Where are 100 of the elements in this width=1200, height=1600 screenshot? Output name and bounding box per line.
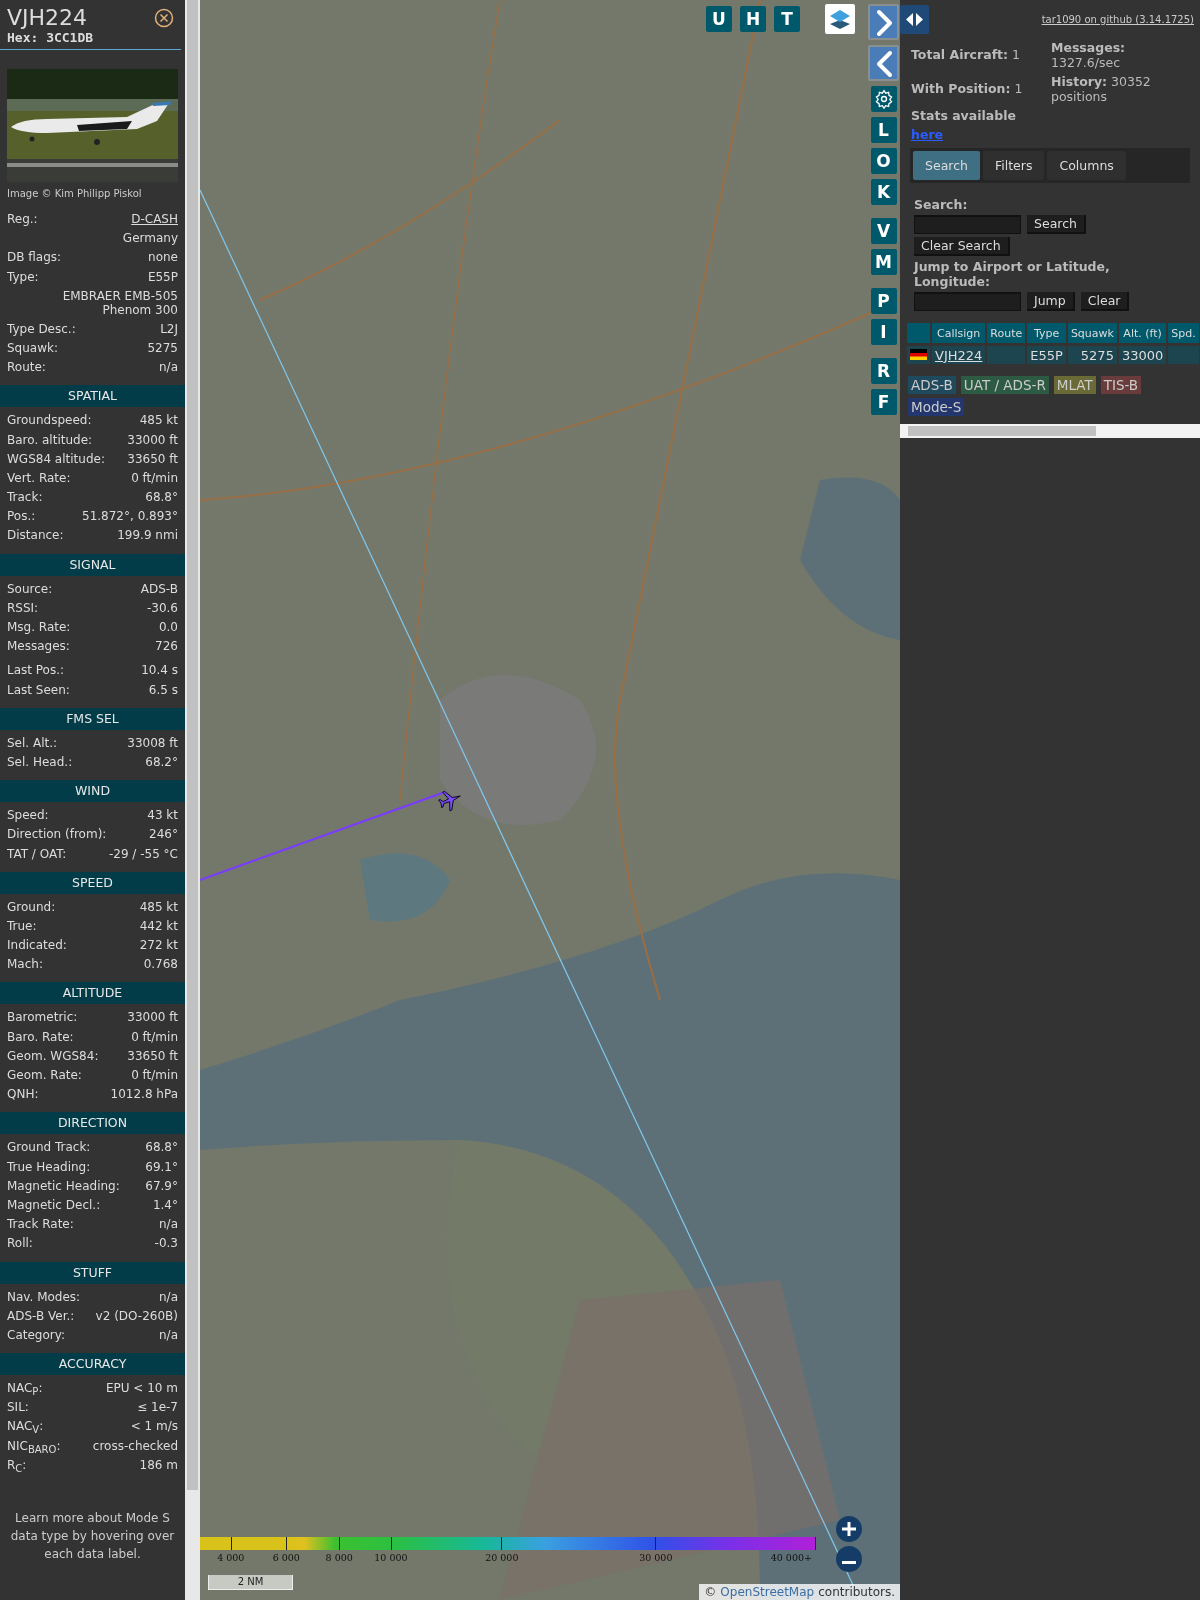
field-label: NAC$_{V}$: [7,1419,44,1436]
field-value: 0 ft/min [131,1068,178,1082]
photo-credit: Image © Kim Philipp Piskol [6,187,143,201]
jump-field[interactable] [914,292,1021,311]
section-header: SIGNAL [0,553,185,576]
map-toggle-button[interactable]: L [870,117,897,143]
clear-button[interactable]: Clear [1080,292,1130,311]
field-value: 10.4 s [141,663,178,678]
minus-icon [842,1560,856,1564]
field-value: 0 ft/min [131,1029,178,1044]
scrollbar[interactable] [185,0,200,1600]
field-label: Sel. Alt.: [7,735,58,750]
altitude-tick-label: 20 000 [485,1552,519,1563]
map-toggle-button[interactable]: H [740,6,766,32]
close-button[interactable] [154,8,174,28]
field-label: Geom. Rate: [7,1068,82,1082]
field-value: 1.4° [152,1197,178,1212]
horizontal-scrollbar[interactable] [900,424,1200,438]
settings-icon [873,89,894,109]
map-toggle-button[interactable]: U [706,6,732,32]
stat-text: Messages: 1327.6/sec [1051,40,1127,70]
github-link[interactable]: tar1090 on github (3.14.1725) [1041,14,1194,25]
help-note: Learn more about Mode S data type by hovering over each data label. [9,1510,176,1563]
map-toggle-button[interactable]: F [870,389,897,415]
altitude-tick-label: 30 000 [639,1552,673,1563]
map-toggle-button[interactable]: V [870,218,897,244]
field-label: TAT / OAT: [7,846,67,861]
map-toggle-button[interactable]: P [870,288,897,314]
previous-button[interactable] [868,45,899,81]
map-toggle-button[interactable]: R [870,358,897,384]
section-header: SPEED [0,871,185,894]
field-value: 33000 ft [127,432,178,447]
column-header[interactable]: Squawk [1067,323,1117,346]
tab[interactable]: Filters [982,151,1045,180]
airplane-icon[interactable] [438,788,462,812]
column-header[interactable]: Route [987,323,1026,346]
attribution-text: contributors. [818,1585,895,1599]
field-value: 246° [149,827,178,842]
field-label: Messages: [7,639,70,654]
section-header: ALTITUDE [0,982,185,1005]
layers-button[interactable] [825,4,855,34]
section-header: FMS SEL [0,707,185,730]
field-label: Sel. Head.: [7,754,73,769]
jump-button[interactable]: Jump [1027,292,1075,311]
table-cell: 33000 [1118,346,1167,364]
map-toggle-button[interactable]: M [870,249,897,275]
tab[interactable]: Search [913,151,980,180]
field-label: Groundspeed: [7,413,92,428]
altitude-tick-label: 10 000 [374,1552,408,1563]
field-label: Source: [7,581,53,596]
map-toggle-button[interactable]: I [870,319,897,345]
field-label: Baro. altitude: [7,432,93,447]
table-cell: 5275 [1067,346,1117,364]
source-tag: MLAT [1053,376,1096,394]
map-toggle-button[interactable]: O [870,148,897,174]
section-header: ACCURACY [0,1353,185,1376]
table-cell [987,346,1026,364]
source-tag: TIS-B [1100,376,1142,394]
field-label: Squawk: [7,340,58,355]
settings-button[interactable] [870,86,897,112]
close-icon [154,8,174,28]
field-label: Direction (from): [7,827,107,842]
panel-toggle-button[interactable] [900,5,929,34]
section-header: DIRECTION [0,1112,185,1135]
field-value: ≤ 1e-7 [137,1400,178,1415]
column-header[interactable]: Type [1027,323,1066,346]
table-cell [1168,346,1199,364]
field-label: Barometric: [7,1010,78,1025]
field-value: 485 kt [139,413,178,428]
attribution-link[interactable]: OpenStreetMap [720,1585,815,1599]
section-header: WIND [0,780,185,803]
field-label: Msg. Rate: [7,620,71,634]
tab[interactable]: Columns [1047,151,1126,180]
stat-text: Stats available [911,108,1017,123]
stat-text: History: 30352 positions [1051,74,1152,104]
column-header[interactable]: Callsign [932,323,986,346]
field-label: True: [7,918,37,933]
field-value: 0 ft/min [131,470,178,485]
field-value: 68.8° [145,490,178,505]
map-toggle-button[interactable]: K [870,179,897,205]
field-label: Pos.: [7,509,36,524]
clear-search-button[interactable]: Clear Search [914,237,1010,256]
registration-link[interactable]: D-CASH [131,212,178,226]
field-label: NAC$_{P}$: [7,1381,43,1398]
field-label: Reg.: [7,212,38,226]
field-label: Search: [914,197,969,212]
search-button[interactable]: Search [1027,215,1086,234]
field-label: Mach: [7,957,43,972]
next-button[interactable] [868,4,899,40]
field-label: Type Desc.: [7,321,76,336]
map-toggle-button[interactable]: T [774,6,800,32]
field-value: L2J [160,321,178,336]
column-header[interactable]: Alt. (ft) [1118,323,1167,346]
field-label: RSSI: [7,600,39,615]
column-header[interactable]: Spd. [1168,323,1199,346]
hex-code: Hex: 3CC1DB [7,30,94,45]
field-value: 33000 ft [127,1010,178,1025]
field-label: Jump to Airport or Latitude, Longitude: [914,259,1111,289]
field-label: Track: [7,490,43,505]
search-field[interactable] [914,215,1021,234]
